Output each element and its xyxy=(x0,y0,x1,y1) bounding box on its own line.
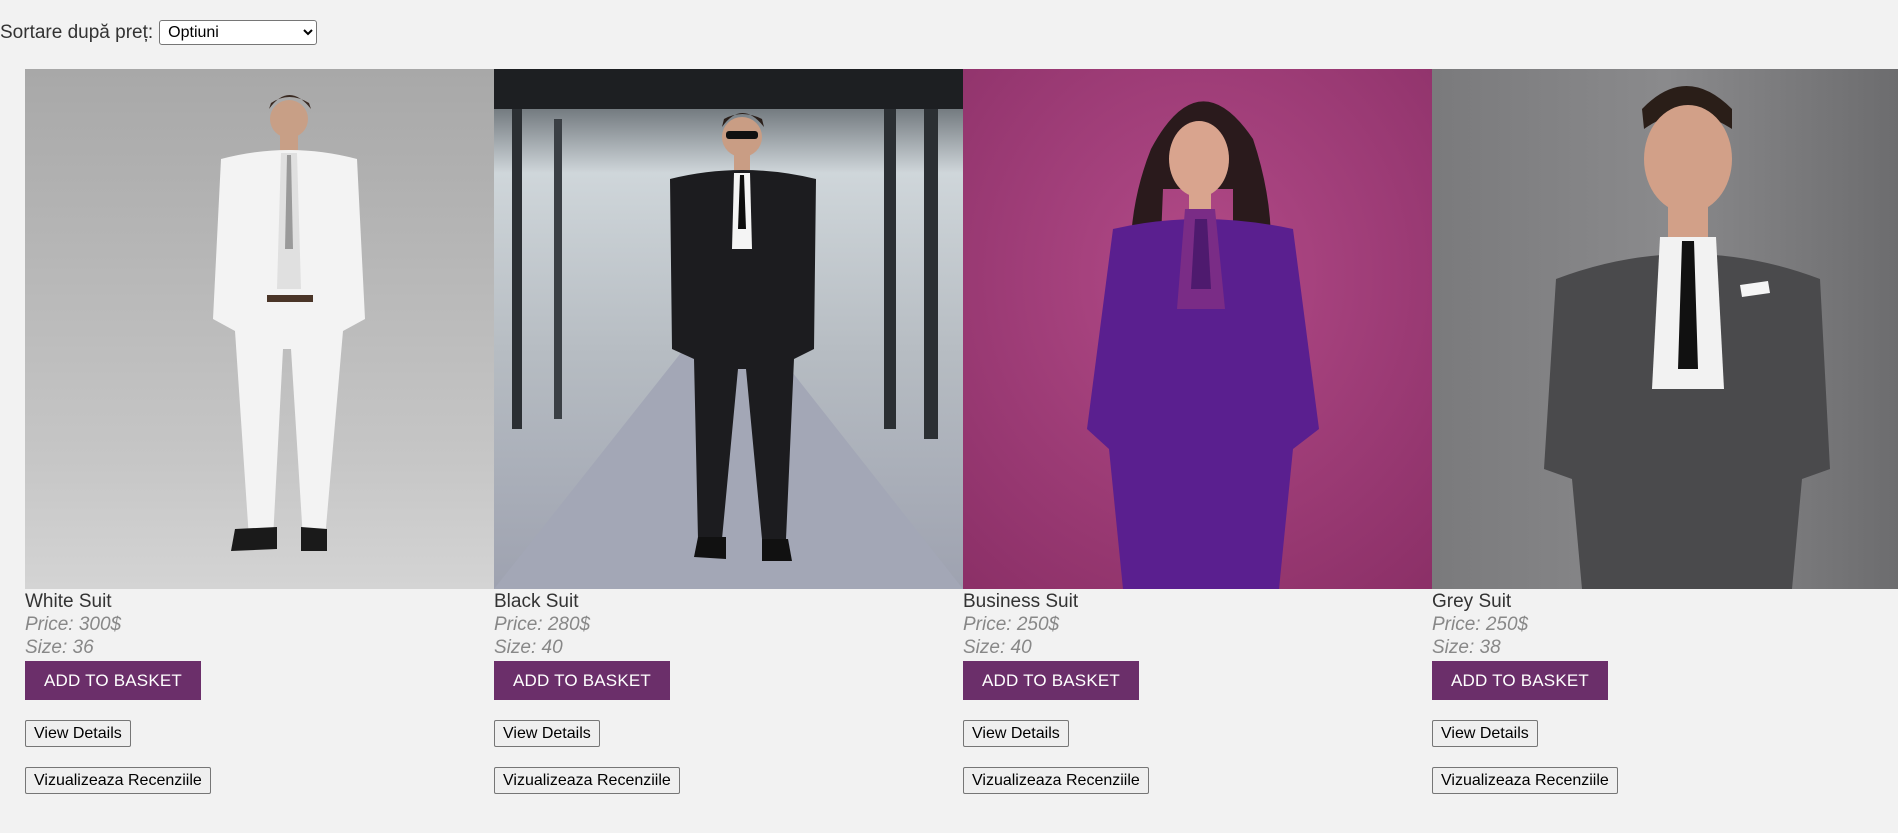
view-details-button[interactable]: View Details xyxy=(963,720,1069,747)
sort-select[interactable]: Optiuni xyxy=(159,20,318,45)
add-to-basket-button[interactable]: ADD TO BASKET xyxy=(494,661,671,700)
product-size: Size: 36 xyxy=(25,637,94,658)
view-reviews-button[interactable]: Vizualizeaza Recenziile xyxy=(25,767,211,794)
product-price: Price: 280$ xyxy=(494,614,591,635)
white-suit-photo xyxy=(25,69,494,589)
sort-bar: Sortare după preț: Optiuni xyxy=(0,20,318,45)
product-card: White Suit Price: 300$ Size: 36 ADD TO B… xyxy=(25,69,494,794)
product-card: Black Suit Price: 280$ Size: 40 ADD TO B… xyxy=(494,69,963,794)
product-image xyxy=(494,69,963,589)
view-details-button[interactable]: View Details xyxy=(1432,720,1538,747)
black-suit-photo xyxy=(494,69,963,589)
product-image xyxy=(1432,69,1898,589)
product-name: White Suit xyxy=(25,591,112,612)
product-image xyxy=(963,69,1432,589)
view-reviews-button[interactable]: Vizualizeaza Recenziile xyxy=(1432,767,1618,794)
business-suit-photo xyxy=(963,69,1432,589)
add-to-basket-button[interactable]: ADD TO BASKET xyxy=(1432,661,1609,700)
product-size: Size: 40 xyxy=(963,637,1032,658)
grey-suit-photo xyxy=(1432,69,1898,589)
view-reviews-button[interactable]: Vizualizeaza Recenziile xyxy=(963,767,1149,794)
product-name: Black Suit xyxy=(494,591,579,612)
product-name: Business Suit xyxy=(963,591,1079,612)
view-reviews-button[interactable]: Vizualizeaza Recenziile xyxy=(494,767,680,794)
view-details-button[interactable]: View Details xyxy=(494,720,600,747)
view-details-button[interactable]: View Details xyxy=(25,720,131,747)
product-card: Business Suit Price: 250$ Size: 40 ADD T… xyxy=(963,69,1432,794)
product-price: Price: 250$ xyxy=(1432,614,1529,635)
product-image xyxy=(25,69,494,589)
product-price: Price: 250$ xyxy=(963,614,1060,635)
product-price: Price: 300$ xyxy=(25,614,122,635)
product-size: Size: 38 xyxy=(1432,637,1501,658)
sort-label: Sortare după preț: xyxy=(0,21,154,43)
add-to-basket-button[interactable]: ADD TO BASKET xyxy=(963,661,1140,700)
product-grid: White Suit Price: 300$ Size: 36 ADD TO B… xyxy=(25,69,1898,794)
product-card: Grey Suit Price: 250$ Size: 38 ADD TO BA… xyxy=(1432,69,1898,794)
add-to-basket-button[interactable]: ADD TO BASKET xyxy=(25,661,202,700)
product-size: Size: 40 xyxy=(494,637,563,658)
product-name: Grey Suit xyxy=(1432,591,1512,612)
